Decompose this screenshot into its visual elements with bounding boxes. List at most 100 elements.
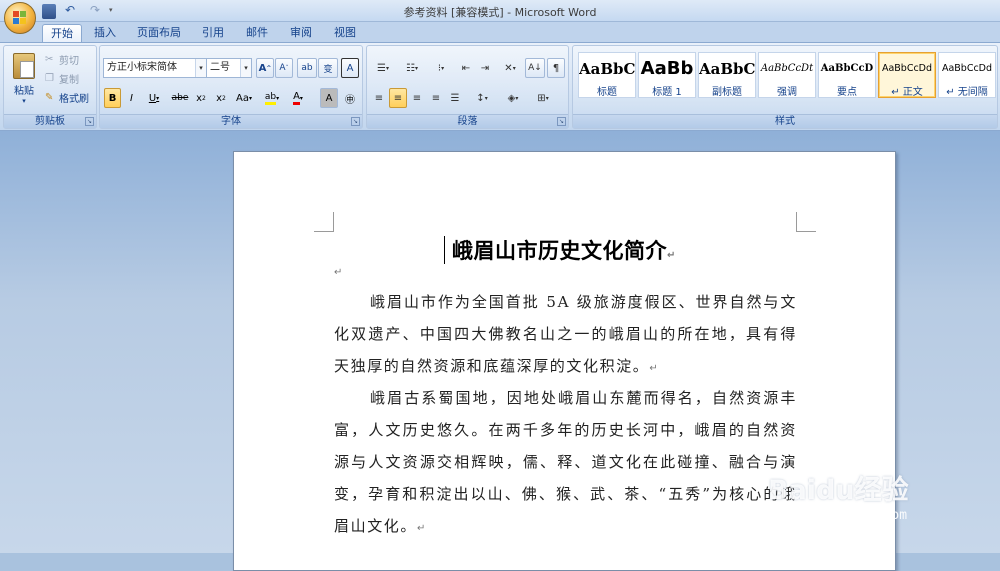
style-subtitle[interactable]: AaBbC 副标题 <box>698 52 756 98</box>
increase-indent-button[interactable]: ⇥ <box>476 58 494 78</box>
borders-button[interactable]: ⊞ ▾ <box>529 88 557 108</box>
style-name: 要点 <box>837 87 857 98</box>
paragraph-mark-icon: ↵ <box>649 363 660 374</box>
title-bar: ↶ ↷ ▾ 参考资料 [兼容模式] - Microsoft Word <box>0 0 1000 22</box>
cut-label: 剪切 <box>59 55 79 67</box>
tab-review[interactable]: 审阅 <box>284 24 318 42</box>
style-name: ↵ 无间隔 <box>946 87 988 98</box>
baidu-watermark: Baidu经验 jingyan.baidu.com <box>768 440 1000 530</box>
align-right-button[interactable]: ≡ <box>408 88 426 108</box>
empty-paragraph-mark-icon: ↵ <box>334 267 343 278</box>
style-preview: AaBbCcDt <box>760 63 814 74</box>
font-name-dropdown-icon[interactable]: ▾ <box>195 59 206 77</box>
char-shading-icon[interactable]: A <box>320 88 338 108</box>
office-button[interactable] <box>4 2 36 34</box>
paragraph-group-label: 段落 <box>367 114 568 128</box>
styles-group-label: 样式 <box>573 114 997 128</box>
office-logo-icon <box>13 11 27 25</box>
justify-button[interactable]: ≡ <box>427 88 445 108</box>
tab-page-layout[interactable]: 页面布局 <box>132 24 186 42</box>
shrink-font-button[interactable]: Aˇ <box>275 58 293 78</box>
style-heading-1[interactable]: AaBb 标题 1 <box>638 52 696 98</box>
margin-corner-top-left <box>314 212 334 232</box>
clipboard-group-label: 剪贴板 <box>4 114 96 128</box>
multilevel-list-button[interactable]: ⁝ ▾ <box>427 58 455 78</box>
format-painter-button[interactable]: ✎ 格式刷 <box>44 87 96 107</box>
phonetic-guide-icon[interactable]: 变 <box>318 58 338 78</box>
style-preview: AaBbCcDd <box>941 63 993 74</box>
cut-button[interactable]: ✂ 剪切 <box>44 49 96 69</box>
brush-icon: ✎ <box>45 91 54 103</box>
format-painter-label: 格式刷 <box>59 93 89 105</box>
style-name: ↵ 正文 <box>891 87 923 98</box>
bold-button[interactable]: B <box>104 88 121 108</box>
style-no-spacing[interactable]: AaBbCcDd ↵ 无间隔 <box>938 52 996 98</box>
paste-label: 粘贴 <box>14 86 34 97</box>
font-group-label: 字体 <box>100 114 362 128</box>
ribbon-tabs: 开始 插入 页面布局 引用 邮件 审阅 视图 <box>0 22 1000 42</box>
style-title[interactable]: AaBbC 标题 <box>578 52 636 98</box>
style-emphasis[interactable]: AaBbCcDt 强调 <box>758 52 816 98</box>
paragraph-1: 峨眉山市作为全国首批 5A 级旅游度假区、世界自然与文化双遗产、中国四大佛教名山… <box>334 286 797 385</box>
font-size-combo[interactable]: 二号 ▾ <box>206 58 252 78</box>
clipboard-launcher-icon[interactable]: ↘ <box>85 117 94 126</box>
paste-button[interactable]: 粘贴 ▾ <box>7 48 41 110</box>
copy-button[interactable]: ❐ 复制 <box>44 68 96 88</box>
bullets-button[interactable]: ☰ ▾ <box>369 58 397 78</box>
decrease-indent-button[interactable]: ⇤ <box>457 58 475 78</box>
chinese-layout-button[interactable]: ✕ ▾ <box>497 58 523 78</box>
tab-mailings[interactable]: 邮件 <box>240 24 274 42</box>
paragraph-group: ☰ ▾ ☷ ▾ ⁝ ▾ ⇤ ⇥ ✕ ▾ A↓ ¶ ≡ ≡ ≡ ≡ ☰ ↕ ▾ ◈ ▾ ⊞ ▾ … <box>366 45 569 129</box>
underline-button[interactable]: U ▾ <box>142 88 166 108</box>
change-case-button[interactable]: Aa ▾ <box>232 88 256 108</box>
font-launcher-icon[interactable]: ↘ <box>351 117 360 126</box>
font-name-combo[interactable]: 方正小标宋简体 ▾ <box>103 58 207 78</box>
copy-icon: ❐ <box>45 72 54 84</box>
style-name: 副标题 <box>712 87 742 98</box>
distribute-button[interactable]: ☰ <box>446 88 464 108</box>
shading-button[interactable]: ◈ ▾ <box>499 88 527 108</box>
char-border-icon[interactable]: A <box>341 58 359 78</box>
copy-label: 复制 <box>59 74 79 86</box>
line-spacing-button[interactable]: ↕ ▾ <box>469 88 495 108</box>
font-color-icon: A <box>293 91 300 105</box>
numbering-button[interactable]: ☷ ▾ <box>398 58 426 78</box>
window-title: 参考资料 [兼容模式] - Microsoft Word <box>403 6 597 19</box>
font-size-dropdown-icon[interactable]: ▾ <box>240 59 251 77</box>
sort-button[interactable]: A↓ <box>525 58 545 78</box>
font-color-button[interactable]: A ▾ <box>286 88 310 108</box>
paragraph-1-text: 峨眉山市作为全国首批 5A 级旅游度假区、世界自然与文化双遗产、中国四大佛教名山… <box>334 293 797 375</box>
italic-button[interactable]: I <box>123 88 140 108</box>
highlighter-icon: ab <box>264 92 277 105</box>
clipboard-group: 粘贴 ▾ ✂ 剪切 ❐ 复制 ✎ 格式刷 剪贴板 ↘ <box>3 45 97 129</box>
ribbon: 粘贴 ▾ ✂ 剪切 ❐ 复制 ✎ 格式刷 剪贴板 ↘ 方正小标宋简体 ▾ 二号 … <box>0 42 1000 131</box>
superscript-button[interactable]: x2 <box>212 88 230 108</box>
document-title-text: 峨眉山市历史文化简介 <box>452 239 668 263</box>
tab-home[interactable]: 开始 <box>42 24 82 42</box>
watermark-brand: Baidu经验 <box>768 475 909 506</box>
watermark-url: jingyan.baidu.com <box>774 508 908 523</box>
paragraph-launcher-icon[interactable]: ↘ <box>557 117 566 126</box>
style-preview: AaBbC <box>699 60 755 78</box>
strikethrough-button[interactable]: abe <box>170 88 190 108</box>
grow-font-button[interactable]: A ^ <box>256 58 274 78</box>
align-center-button[interactable]: ≡ <box>389 88 407 108</box>
font-group: 方正小标宋简体 ▾ 二号 ▾ A ^ Aˇ ab 变 A B I U ▾ abe … <box>99 45 363 129</box>
show-marks-button[interactable]: ¶ <box>547 58 565 78</box>
align-left-button[interactable]: ≡ <box>370 88 388 108</box>
font-size-value: 二号 <box>210 62 230 73</box>
highlight-button[interactable]: ab ▾ <box>260 88 284 108</box>
margin-corner-top-right <box>796 212 816 232</box>
paragraph-2: 峨眉古系蜀国地，因地处峨眉山东麓而得名，自然资源丰富，人文历史悠久。在两千多年的… <box>334 382 797 545</box>
tab-references[interactable]: 引用 <box>196 24 230 42</box>
scissors-icon: ✂ <box>45 53 54 65</box>
paste-icon <box>13 53 35 79</box>
subscript-button[interactable]: x2 <box>192 88 210 108</box>
style-strong[interactable]: AaBbCcD 要点 <box>818 52 876 98</box>
style-normal[interactable]: AaBbCcDd ↵ 正文 <box>878 52 936 98</box>
style-name: 标题 <box>597 87 617 98</box>
enclose-char-icon[interactable]: ㊥ <box>341 88 359 108</box>
tab-view[interactable]: 视图 <box>328 24 362 42</box>
clear-format-icon[interactable]: ab <box>297 58 317 78</box>
tab-insert[interactable]: 插入 <box>88 24 122 42</box>
